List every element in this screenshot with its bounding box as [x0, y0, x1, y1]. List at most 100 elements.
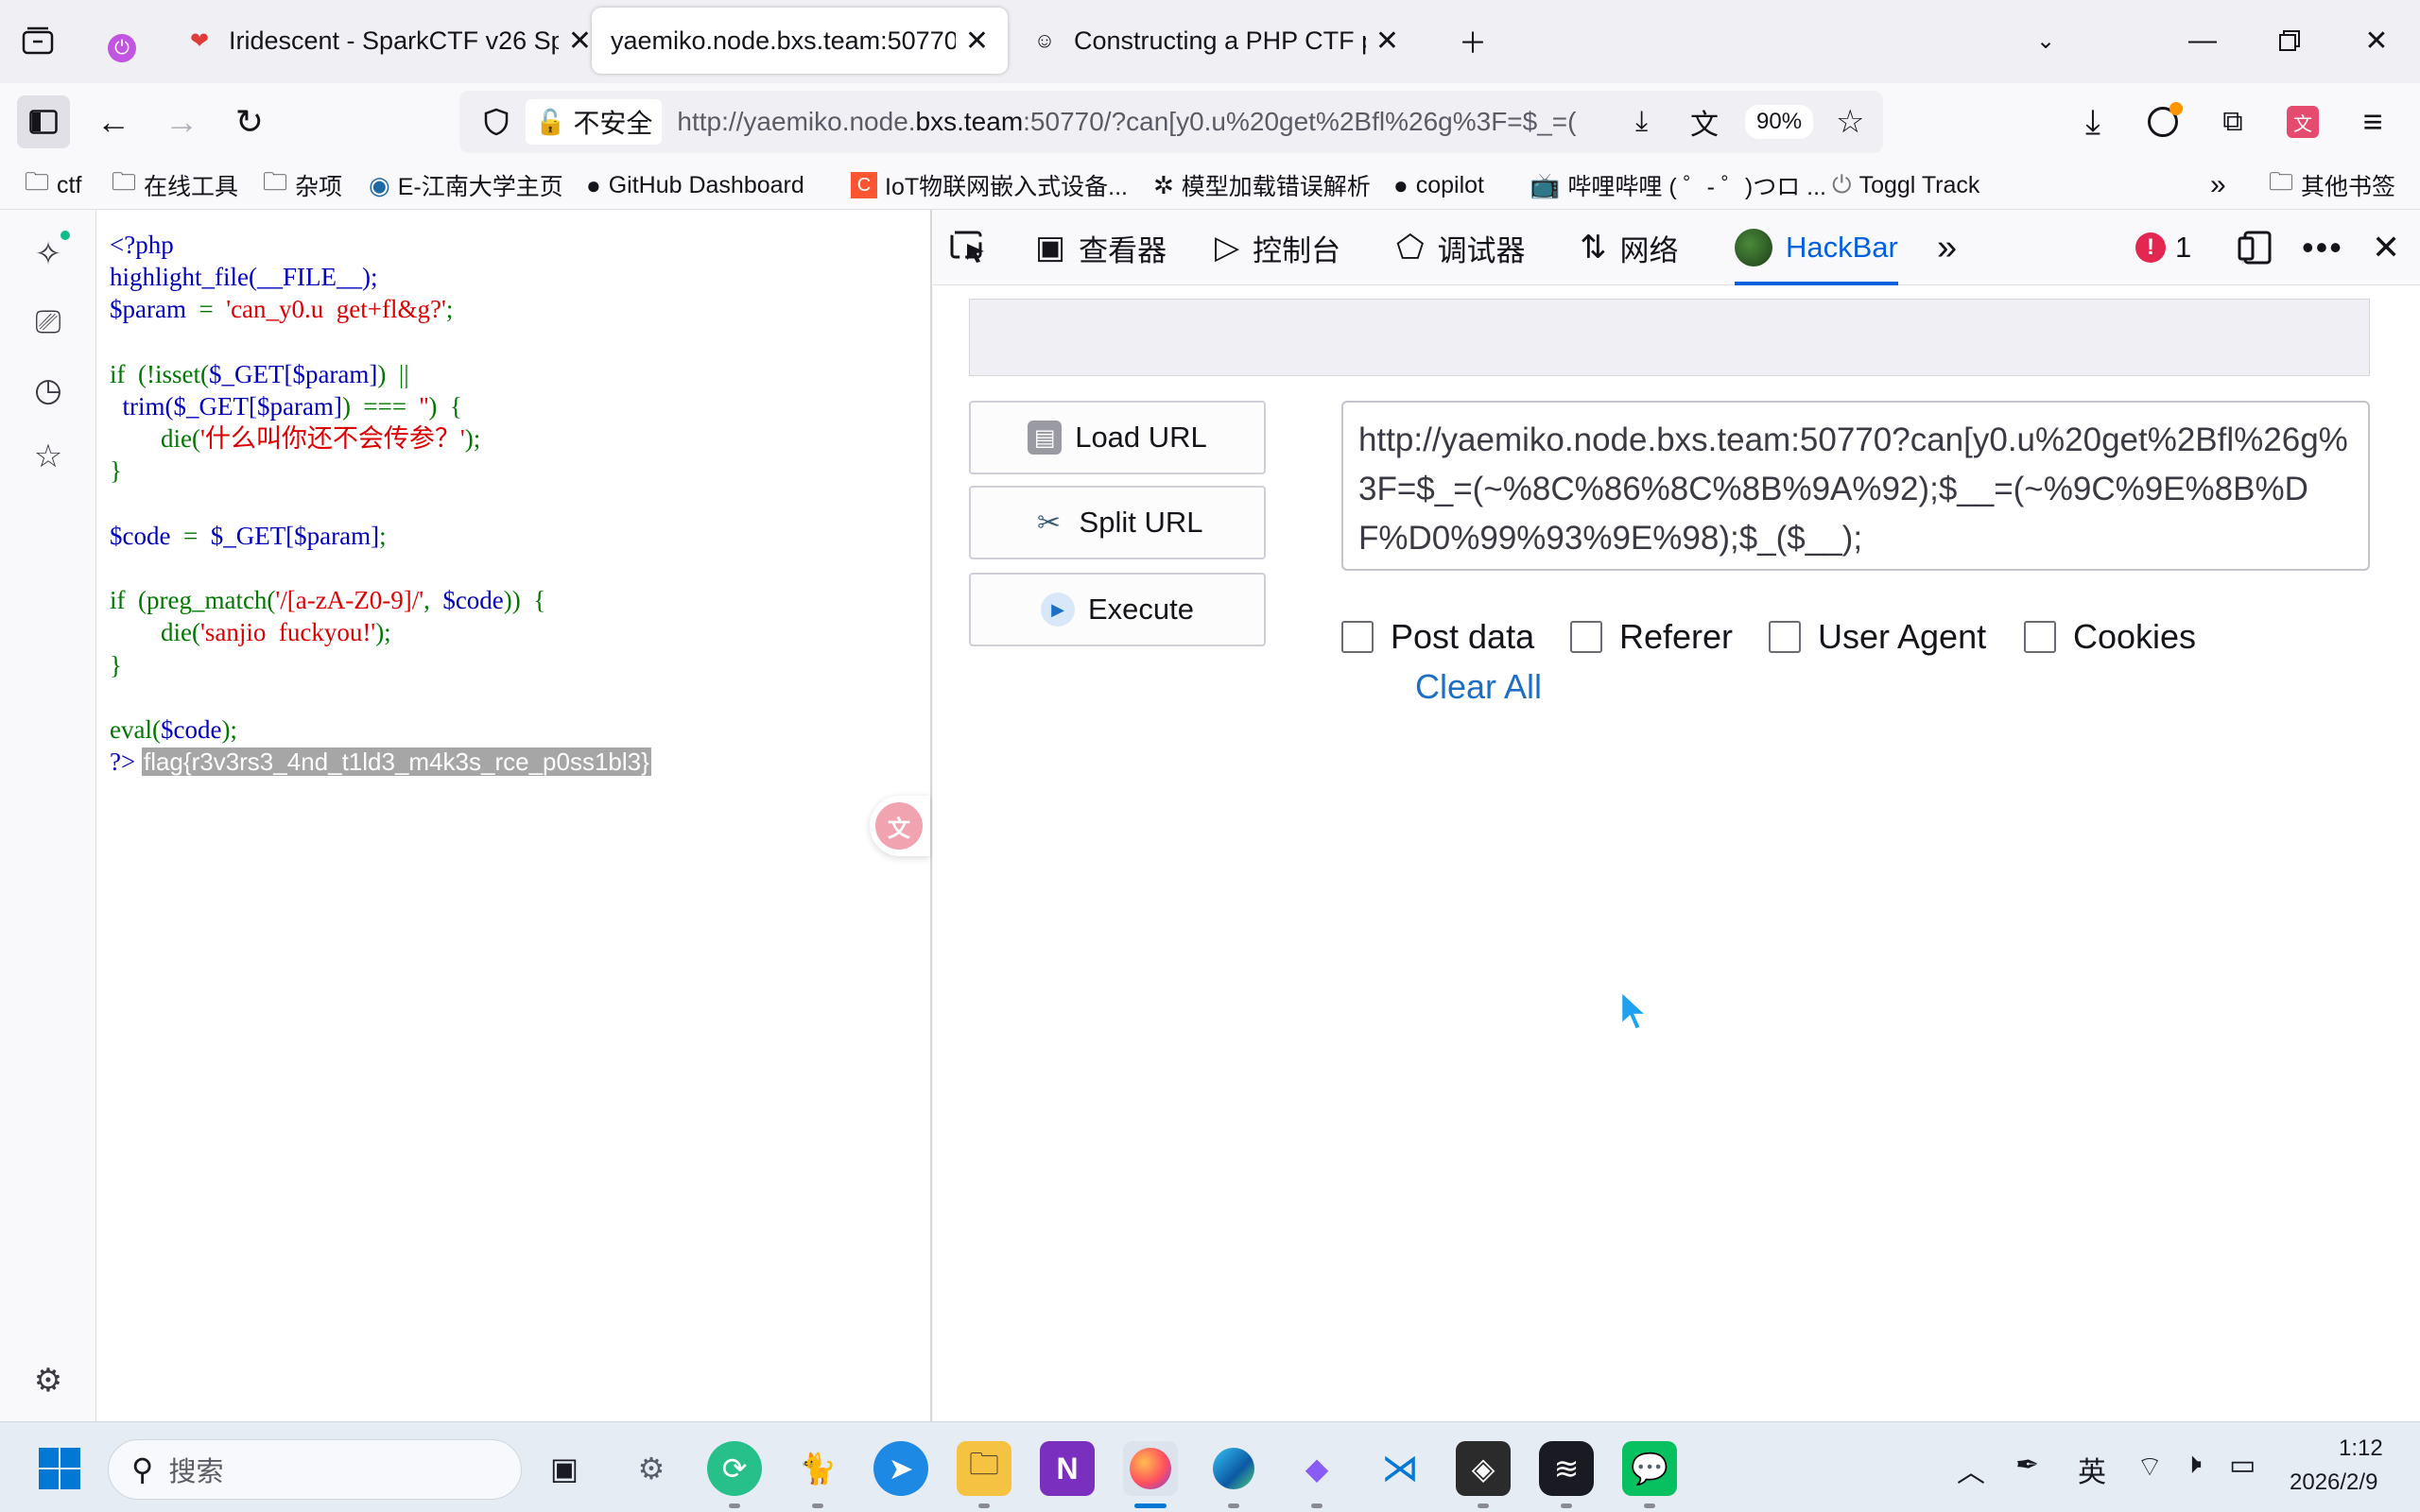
close-devtools-icon[interactable]: ✕	[2372, 221, 2400, 274]
close-tab-icon[interactable]: ✕	[1375, 25, 1399, 58]
more-tabs-chevron-icon[interactable]: »	[1937, 221, 1957, 274]
error-count-badge[interactable]: ! 1	[2135, 221, 2191, 274]
bookmark-misc[interactable]: 🗀 杂项	[263, 167, 343, 202]
address-bar[interactable]: 🔓 不安全 http://yaemiko.node.bxs.team:50770…	[459, 91, 1883, 153]
dark-app-icon[interactable]: ◈	[1456, 1441, 1511, 1496]
app-green-icon[interactable]: ⟳	[707, 1441, 762, 1496]
bookmark-copilot[interactable]: ● copilot	[1393, 168, 1484, 202]
tab-console[interactable]: ▷ 控制台	[1215, 221, 1340, 274]
taskbar-search-box[interactable]: ⚲ 搜索	[108, 1439, 522, 1500]
bookmark-online-tools[interactable]: 🗀 在线工具	[112, 167, 238, 202]
page-translate-bubble[interactable]: 文	[870, 796, 930, 856]
load-url-button[interactable]: ▤ Load URL	[969, 401, 1266, 474]
ai-chatbot-sparkle-icon[interactable]: ✧	[25, 231, 72, 278]
bookmark-github-dashboard[interactable]: ● GitHub Dashboard	[586, 168, 804, 202]
checkbox-box[interactable]	[1570, 621, 1602, 653]
save-to-page-icon[interactable]: ⤓	[1635, 106, 1648, 138]
menu-hamburger-icon[interactable]: ≡	[2346, 95, 2399, 148]
new-tab-button[interactable]: ＋	[1444, 17, 1501, 64]
wifi-icon[interactable]: ⌔	[2136, 1449, 2163, 1485]
forward-button[interactable]: →	[155, 95, 208, 148]
settings-app-icon[interactable]: ⚙	[624, 1441, 679, 1496]
close-window-button[interactable]: ✕	[2348, 17, 2405, 64]
url-text[interactable]: http://yaemiko.node.bxs.team:50770/?can[…	[677, 107, 1622, 137]
sidebar-toggle-icon[interactable]	[17, 95, 70, 148]
tray-pen-icon[interactable]: ✒	[2015, 1449, 2039, 1482]
list-tabs-chevron-icon[interactable]: ⌄	[2017, 17, 2074, 64]
bookmarks-star-icon[interactable]: ☆	[25, 433, 72, 480]
edge-icon[interactable]	[1206, 1441, 1261, 1496]
vscode-icon[interactable]: ⋊	[1373, 1441, 1427, 1496]
checkbox-box[interactable]	[1341, 621, 1374, 653]
tray-overflow-chevron-icon[interactable]: ︿	[1957, 1449, 1985, 1490]
bookmark-star-icon[interactable]: ☆	[1836, 103, 1864, 141]
dock-side-icon[interactable]	[2238, 221, 2275, 274]
checkbox-box[interactable]	[1769, 621, 1801, 653]
feishu-app-icon[interactable]: ➤	[873, 1441, 928, 1496]
checkbox-box[interactable]	[2024, 621, 2056, 653]
tab-overview-icon[interactable]	[9, 17, 66, 64]
back-button[interactable]: ←	[87, 95, 140, 148]
bookmark-other[interactable]: 🗀 其他书签	[2269, 167, 2395, 202]
clock-time[interactable]: 1:12	[2339, 1435, 2383, 1462]
volume-muted-icon[interactable]: 🕨	[2184, 1449, 2202, 1481]
tab-network[interactable]: ⇅ 网络	[1580, 221, 1679, 274]
cat-app-icon[interactable]: 🐈	[790, 1441, 845, 1496]
battery-icon[interactable]: ▭	[2229, 1449, 2256, 1482]
bookmark-model-error[interactable]: ✲ 模型加载错误解析	[1153, 168, 1371, 202]
minimize-button[interactable]: —	[2174, 17, 2231, 64]
downloads-icon[interactable]: ⤓	[2066, 95, 2119, 148]
bookmark-jiangnan[interactable]: ◉ E-江南大学主页	[369, 168, 563, 202]
onenote-icon[interactable]: N	[1040, 1441, 1095, 1496]
task-view-icon[interactable]: ▣	[537, 1441, 592, 1496]
code-token: highlight_file(__FILE__);	[110, 263, 378, 292]
more-bookmarks-chevron-icon[interactable]: »	[2210, 168, 2226, 202]
bookmark-label: 杂项	[295, 174, 343, 200]
file-explorer-icon[interactable]: 🗀	[957, 1441, 1011, 1496]
zoom-level[interactable]: 90%	[1745, 105, 1814, 139]
flag-output[interactable]: flag{r3v3rs3_4nd_t1ld3_m4k3s_rce_p0ss1bl…	[141, 747, 651, 777]
user-agent-checkbox[interactable]: User Agent	[1769, 614, 1986, 660]
translate-extension-icon[interactable]: 文	[2276, 95, 2329, 148]
tab-php-ctf[interactable]: ☺ Constructing a PHP CTF payload ✕	[1011, 8, 1418, 74]
split-url-button[interactable]: ✂ Split URL	[969, 486, 1266, 559]
synced-tabs-icon[interactable]: ⎚	[25, 299, 72, 346]
obsidian-icon[interactable]: ◆	[1289, 1441, 1344, 1496]
pinned-tab[interactable]: ⏻	[95, 15, 149, 81]
ime-indicator[interactable]: 英	[2078, 1449, 2106, 1490]
terminal-cat-icon[interactable]: ≋	[1539, 1441, 1594, 1496]
tab-inspector[interactable]: ▣ 查看器	[1035, 221, 1167, 274]
restore-button[interactable]	[2261, 17, 2318, 64]
tab-yaemiko[interactable]: yaemiko.node.bxs.team:50770/?c ✕	[592, 8, 1008, 74]
more-options-icon[interactable]: •••	[2302, 221, 2343, 274]
extensions-icon[interactable]: ⧉	[2206, 95, 2259, 148]
bookmark-toggl[interactable]: ⏻ Toggl Track	[1832, 168, 1979, 202]
account-icon[interactable]	[2136, 95, 2189, 148]
security-indicator[interactable]: 🔓 不安全	[526, 99, 663, 145]
sidebar-settings-gear-icon[interactable]: ⚙	[25, 1357, 72, 1404]
wechat-icon[interactable]: 💬	[1622, 1441, 1677, 1496]
element-picker-icon[interactable]	[950, 221, 988, 274]
post-data-checkbox[interactable]: Post data	[1341, 614, 1534, 660]
windows-start-icon[interactable]	[32, 1441, 87, 1496]
firefox-icon[interactable]	[1123, 1441, 1178, 1496]
close-tab-icon[interactable]: ✕	[965, 25, 989, 58]
clear-all-link[interactable]: Clear All	[1415, 667, 1542, 707]
tab-hackbar[interactable]: HackBar	[1735, 221, 1898, 285]
tab-iridescent[interactable]: ❤ Iridescent - SparkCTF v26 Spark ✕	[166, 8, 611, 74]
history-clock-icon[interactable]: ◷	[25, 367, 72, 414]
translate-icon[interactable]: 文	[1690, 101, 1719, 143]
tracking-protection-shield-icon[interactable]	[473, 108, 520, 136]
cookies-checkbox[interactable]: Cookies	[2024, 614, 2196, 660]
close-tab-icon[interactable]: ✕	[568, 25, 592, 58]
referer-checkbox[interactable]: Referer	[1570, 614, 1733, 660]
tab-debugger[interactable]: ⬠ 调试器	[1396, 221, 1526, 274]
bookmark-iot[interactable]: C IoT物联网嵌入式设备...	[851, 168, 1128, 202]
clock-date[interactable]: 2026/2/9	[2290, 1469, 2377, 1496]
bookmark-bilibili[interactable]: 📺 哔哩哔哩 ( ゜- ゜)つロ ...	[1530, 168, 1826, 202]
bookmark-ctf[interactable]: 🗀 ctf	[25, 167, 81, 202]
hackbar-url-textarea[interactable]: http://yaemiko.node.bxs.team:50770?can[y…	[1341, 401, 2370, 571]
reload-button[interactable]: ↻	[223, 95, 276, 148]
execute-button[interactable]: ▶ Execute	[969, 573, 1266, 646]
code-token: =	[170, 521, 211, 550]
